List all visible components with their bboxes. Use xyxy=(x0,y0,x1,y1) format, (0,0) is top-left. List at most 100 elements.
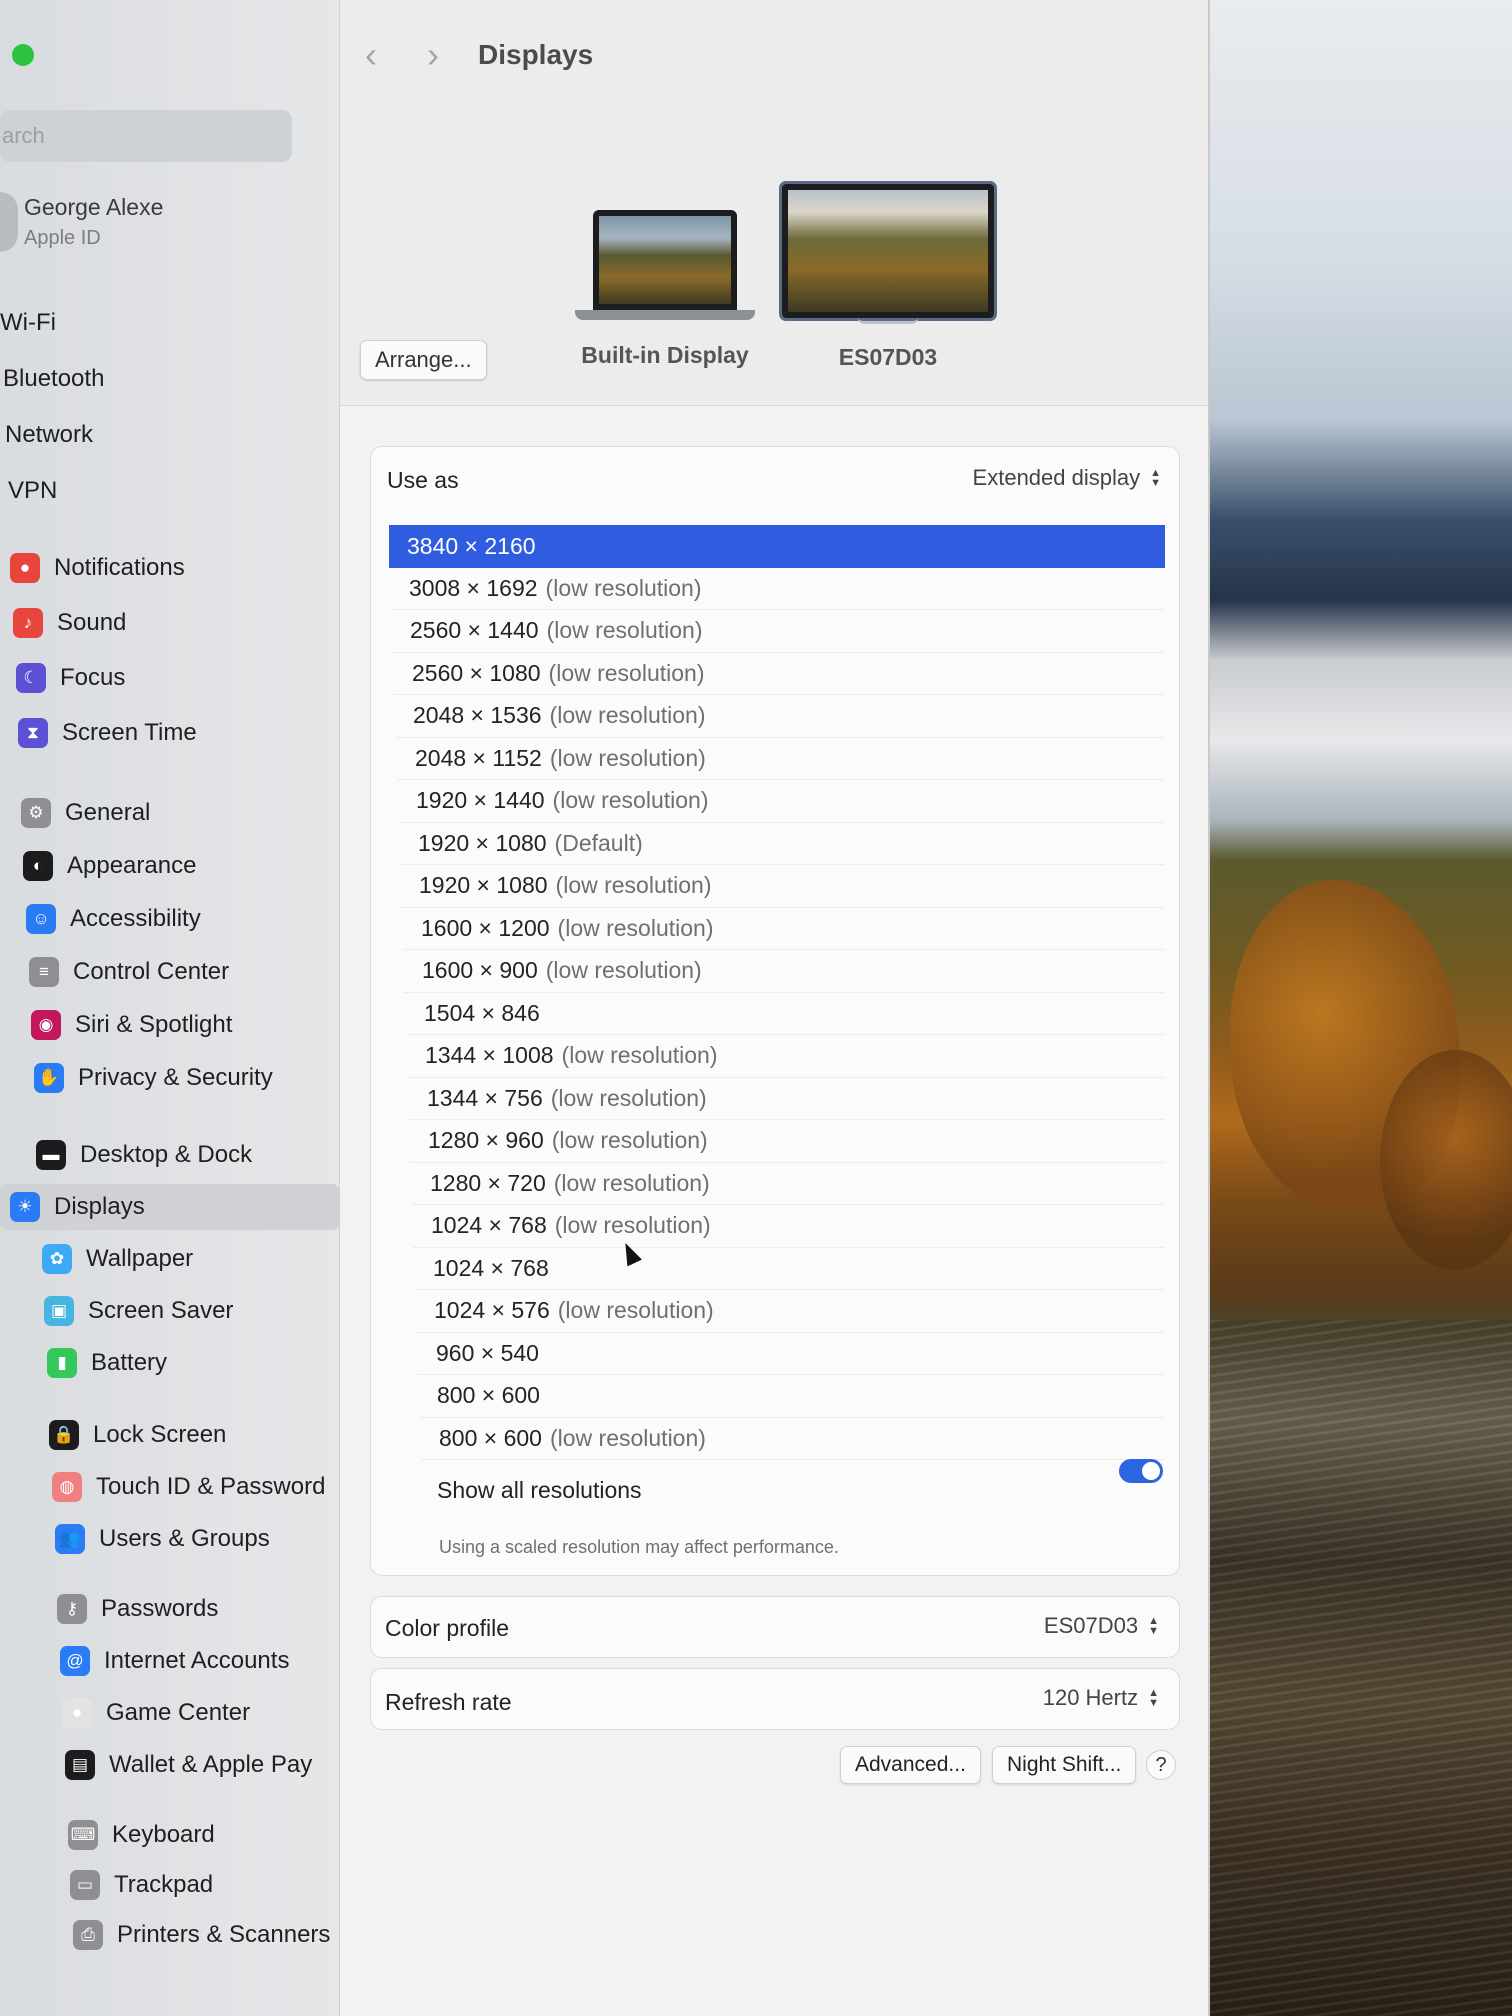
sidebar-item-notifications[interactable]: ● Notifications xyxy=(10,545,185,591)
sidebar-item-label: Users & Groups xyxy=(99,1525,270,1552)
resolution-option[interactable]: 1024 × 768 xyxy=(415,1248,1165,1290)
control-center-icon: ≡ xyxy=(29,957,59,987)
sidebar-item-network[interactable]: Network xyxy=(5,412,93,458)
show-all-label: Show all resolutions xyxy=(437,1477,642,1503)
resolution-option[interactable]: 1600 × 900 (low resolution) xyxy=(404,950,1165,993)
resolution-option[interactable]: 1600 × 1200 (low resolution) xyxy=(403,908,1165,950)
sidebar-item-wallet-apple-pay[interactable]: ▤ Wallet & Apple Pay xyxy=(65,1742,312,1788)
siri-icon: ◉ xyxy=(31,1010,61,1040)
window-zoom-button[interactable] xyxy=(12,44,34,66)
sidebar-item-bluetooth[interactable]: Bluetooth xyxy=(3,356,104,402)
use-as-select[interactable]: Extended display ▲ ▼ xyxy=(973,465,1161,491)
resolution-note: (low resolution) xyxy=(551,1127,708,1154)
sidebar-item-displays[interactable]: ☀ Displays xyxy=(0,1184,340,1230)
system-settings-window: arch George Alexe Apple ID Wi-Fi Bluetoot… xyxy=(0,0,1210,2016)
sidebar-item-printers-scanners[interactable]: ⎙ Printers & Scanners xyxy=(73,1912,330,1958)
sidebar-item-privacy-security[interactable]: ✋ Privacy & Security xyxy=(34,1055,273,1101)
resolution-value: 3840 × 2160 xyxy=(407,532,536,559)
sidebar-item-vpn[interactable]: VPN xyxy=(8,468,57,514)
resolution-note: (low resolution) xyxy=(546,617,703,644)
sidebar-item-label: Game Center xyxy=(106,1699,251,1726)
sidebar-item-battery[interactable]: ▮ Battery xyxy=(47,1340,167,1386)
sidebar-item-keyboard[interactable]: ⌨ Keyboard xyxy=(68,1812,215,1858)
screen-time-icon: ⧗ xyxy=(18,718,48,748)
resolution-value: 1920 × 1080 xyxy=(418,829,547,856)
help-button[interactable]: ? xyxy=(1146,1750,1176,1780)
resolution-option[interactable]: 1024 × 576 (low resolution) xyxy=(416,1290,1165,1333)
sidebar-item-focus[interactable]: ☾ Focus xyxy=(16,655,125,701)
resolution-option[interactable]: 2048 × 1536 (low resolution) xyxy=(395,695,1165,738)
resolution-option[interactable]: 3008 × 1692 (low resolution) xyxy=(391,568,1165,610)
sidebar-item-control-center[interactable]: ≡ Control Center xyxy=(29,949,229,995)
resolution-option[interactable]: 2560 × 1440 (low resolution) xyxy=(392,610,1165,653)
night-shift-button[interactable]: Night Shift... xyxy=(992,1746,1137,1784)
resolution-option[interactable]: 1280 × 720 (low resolution) xyxy=(412,1163,1165,1205)
resolution-value: 1920 × 1440 xyxy=(416,787,545,814)
resolution-value: 800 × 600 xyxy=(439,1424,542,1451)
notifications-icon: ● xyxy=(10,553,40,583)
resolution-option[interactable]: 1024 × 768 (low resolution) xyxy=(413,1205,1165,1248)
sidebar-item-wi-fi[interactable]: Wi-Fi xyxy=(0,300,56,346)
sidebar-item-wallpaper[interactable]: ✿ Wallpaper xyxy=(42,1236,193,1282)
resolution-option[interactable]: 800 × 600 xyxy=(419,1375,1165,1418)
resolution-value: 2048 × 1152 xyxy=(415,744,542,771)
gear-icon: ⚙ xyxy=(21,798,51,828)
sidebar-item-label: Wallpaper xyxy=(86,1245,194,1272)
sidebar-item-touch-id-password[interactable]: ◍ Touch ID & Password xyxy=(52,1464,325,1510)
show-all-toggle[interactable] xyxy=(1119,1459,1163,1483)
forward-button[interactable]: › xyxy=(402,37,464,73)
sidebar-item-label: Privacy & Security xyxy=(78,1064,273,1091)
sidebar-item-siri-spotlight[interactable]: ◉ Siri & Spotlight xyxy=(31,1002,232,1048)
resolution-option[interactable]: 1920 × 1080 (low resolution) xyxy=(401,865,1165,908)
resolution-note: (low resolution) xyxy=(549,702,706,729)
scaled-hint: Using a scaled resolution may affect per… xyxy=(439,1537,839,1557)
sidebar-item-label: Sound xyxy=(57,609,127,636)
sidebar-item-label: Internet Accounts xyxy=(104,1647,290,1674)
sidebar-item-trackpad[interactable]: ▭ Trackpad xyxy=(70,1862,213,1908)
refresh-rate-select[interactable]: 120 Hertz ▲ ▼ xyxy=(1043,1685,1159,1711)
resolution-note: (low resolution) xyxy=(545,574,702,601)
display-builtin[interactable]: Built-in Display xyxy=(575,210,755,369)
sidebar-item-game-center[interactable]: ● Game Center xyxy=(62,1690,250,1736)
resolution-option[interactable]: 3840 × 2160 xyxy=(389,525,1165,568)
resolution-option[interactable]: 800 × 600 (low resolution) xyxy=(421,1418,1165,1460)
sidebar-item-label: Displays xyxy=(54,1193,145,1220)
resolution-option[interactable]: 2048 × 1152 (low resolution) xyxy=(397,738,1165,780)
back-button[interactable]: ‹ xyxy=(340,37,402,73)
sidebar-item-lock-screen[interactable]: 🔒 Lock Screen xyxy=(49,1412,226,1458)
search-input[interactable]: arch xyxy=(0,110,292,162)
sidebar-item-internet-accounts[interactable]: @ Internet Accounts xyxy=(60,1638,289,1684)
accessibility-icon: ☺ xyxy=(26,904,56,934)
color-profile-select[interactable]: ES07D03 ▲ ▼ xyxy=(1044,1613,1159,1639)
display-external[interactable]: ES07D03 xyxy=(782,184,994,371)
sidebar-item-passwords[interactable]: ⚷ Passwords xyxy=(57,1586,218,1632)
sidebar-item-screen-time[interactable]: ⧗ Screen Time xyxy=(18,710,197,756)
resolution-option[interactable]: 1344 × 1008 (low resolution) xyxy=(407,1035,1165,1078)
display-label-external: ES07D03 xyxy=(838,344,938,370)
resolution-option[interactable]: 1920 × 1440 (low resolution) xyxy=(398,780,1165,823)
sidebar-item-screen-saver[interactable]: ▣ Screen Saver xyxy=(44,1288,233,1334)
resolution-note: (low resolution) xyxy=(557,914,714,941)
resolution-option[interactable]: 960 × 540 xyxy=(418,1333,1165,1375)
resolution-value: 1600 × 1200 xyxy=(421,914,550,941)
sidebar-item-label: Control Center xyxy=(73,958,230,985)
arrange-button[interactable]: Arrange... xyxy=(360,340,487,380)
sidebar-item-sound[interactable]: ♪ Sound xyxy=(13,600,126,646)
resolution-value: 1344 × 756 xyxy=(427,1084,543,1111)
advanced-button[interactable]: Advanced... xyxy=(840,1746,981,1784)
resolution-option[interactable]: 1280 × 960 (low resolution) xyxy=(410,1120,1165,1163)
resolution-option[interactable]: 2560 × 1080 (low resolution) xyxy=(394,653,1165,695)
sidebar-item-accessibility[interactable]: ☺ Accessibility xyxy=(26,896,201,942)
fingerprint-icon: ◍ xyxy=(52,1472,82,1502)
account-row[interactable]: George Alexe Apple ID xyxy=(0,192,163,252)
chevron-updown-icon: ▲ ▼ xyxy=(1148,1687,1159,1709)
resolution-option[interactable]: 1504 × 846 xyxy=(406,993,1165,1035)
sidebar-item-appearance[interactable]: ◐ Appearance xyxy=(23,843,196,889)
sidebar-item-label: VPN xyxy=(8,477,58,504)
resolution-option[interactable]: 1920 × 1080 (Default) xyxy=(400,823,1165,865)
sidebar-item-desktop-dock[interactable]: ▬ Desktop & Dock xyxy=(36,1132,252,1178)
sidebar-item-general[interactable]: ⚙ General xyxy=(21,790,150,836)
sidebar-item-users-groups[interactable]: 👥 Users & Groups xyxy=(55,1516,270,1562)
resolution-option[interactable]: 1344 × 756 (low resolution) xyxy=(409,1078,1165,1120)
sidebar-item-label: Battery xyxy=(91,1349,168,1376)
